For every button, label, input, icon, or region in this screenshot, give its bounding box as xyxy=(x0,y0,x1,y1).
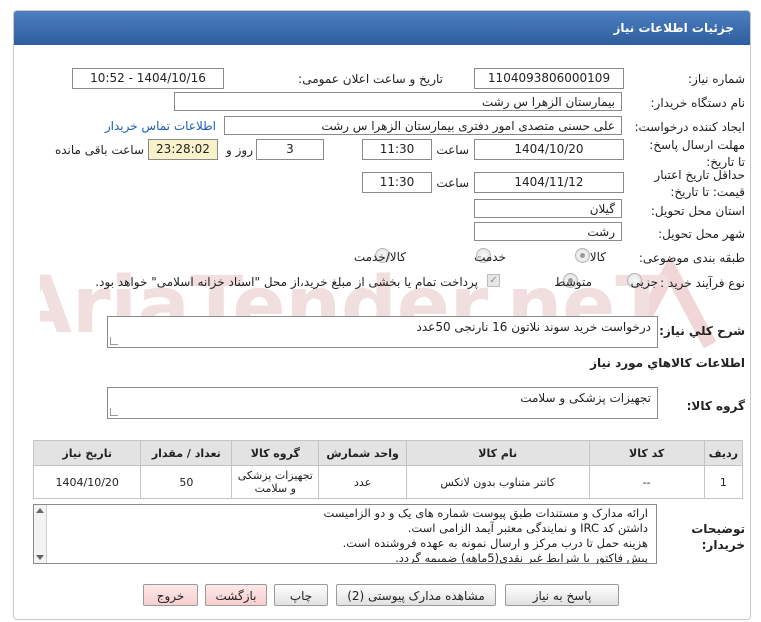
validity-label: حداقل تاریخ اعتبار قیمت: تا تاریخ: xyxy=(654,168,745,199)
col-row: ردیف xyxy=(703,440,744,466)
general-desc-field: درخواست خرید سوند نلاتون 16 نارنجی 50عدد xyxy=(107,316,658,348)
city-label: شهر محل تحویل: xyxy=(658,227,745,241)
category-label: طبقه بندی موضوعی: xyxy=(638,251,745,265)
attachments-button[interactable]: مشاهده مدارک پیوستی (2) xyxy=(336,584,496,606)
purchase-option-minor: جزیی xyxy=(630,275,658,289)
col-quantity: تعداد / مقدار xyxy=(140,440,233,466)
days-label: روز و xyxy=(226,143,253,157)
province-field: گیلان xyxy=(474,199,622,218)
reply-button[interactable]: پاسخ به نیاز xyxy=(505,584,619,606)
cell-group: تجهیزات پزشکی و سلامت xyxy=(231,465,320,499)
buyer-contact-link[interactable]: اطلاعات تماس خریدار xyxy=(105,119,216,133)
cell-unit: عدد xyxy=(318,465,407,499)
treasury-payment-note: پرداخت تمام یا بخشی از مبلغ خرید،از محل … xyxy=(95,275,478,289)
goods-table-header: ردیف کد کالا نام کالا واحد شمارش گروه کا… xyxy=(32,440,744,466)
remaining-time-field: 23:28:02 xyxy=(148,139,218,160)
creator-label: ایجاد کننده درخواست: xyxy=(634,120,745,134)
notes-scrollbar[interactable] xyxy=(34,505,47,563)
general-desc-text: درخواست خرید سوند نلاتون 16 نارنجی 50عدد xyxy=(416,320,652,334)
cell-code: -- xyxy=(588,465,705,499)
deadline-date-field: 1404/10/20 xyxy=(474,139,624,160)
purchase-option-medium: متوسط xyxy=(554,275,592,289)
back-button[interactable]: بازگشت xyxy=(205,584,267,606)
category-option-goods-service: کالا/خدمت xyxy=(353,250,406,264)
exit-button[interactable]: خروج xyxy=(143,584,198,606)
validity-time-label: ساعت xyxy=(436,176,469,190)
col-code: کد کالا xyxy=(588,440,705,466)
deadline-time-label: ساعت xyxy=(436,143,469,157)
city-field: رشت xyxy=(474,222,622,241)
creator-field: علی حسنی متصدی امور دفتری بیمارستان الزه… xyxy=(224,116,622,135)
table-row: 1 -- کاتتر متناوب بدون لاتکس عدد تجهیزات… xyxy=(32,465,744,499)
remaining-label: ساعت باقی مانده xyxy=(54,143,144,157)
resize-grip-icon[interactable] xyxy=(110,408,118,416)
purchase-type-label: نوع فرآیند خرید : xyxy=(660,276,745,290)
col-unit: واحد شمارش xyxy=(318,440,407,466)
panel-titlebar: جزئیات اطلاعات نیاز xyxy=(14,11,750,45)
cell-name: کاتتر متناوب بدون لاتکس xyxy=(405,465,590,499)
goods-table: ردیف کد کالا نام کالا واحد شمارش گروه کا… xyxy=(32,440,744,499)
notes-line: هزینه حمل تا درب مرکز و ارسال نمونه به ع… xyxy=(342,536,648,550)
need-number-field: 1104093806000109 xyxy=(474,68,624,89)
category-option-service: خدمت xyxy=(474,250,506,264)
cell-need-date: 1404/10/20 xyxy=(32,465,142,499)
buyer-notes-label: توضیحات خریدار: xyxy=(691,522,745,552)
col-name: نام کالا xyxy=(405,440,590,466)
notes-line: داشتن کد IRC و نمایندگی معتبر آیمد الزام… xyxy=(407,521,648,535)
cell-row: 1 xyxy=(703,465,744,499)
need-number-label: شماره نیاز: xyxy=(688,72,745,86)
category-radio-goods[interactable] xyxy=(575,248,590,263)
general-desc-label: شرح كلي نياز: xyxy=(659,324,745,338)
deadline-label: مهلت ارسال پاسخ: تا تاریخ: xyxy=(649,138,745,169)
resize-grip-icon[interactable] xyxy=(110,337,118,345)
province-label: استان محل تحویل: xyxy=(650,204,745,218)
scroll-up-icon[interactable] xyxy=(36,508,44,513)
notes-line: ارائه مدارک و مستندات طبق پیوست شماره ها… xyxy=(323,506,648,520)
goods-group-label: گروه كالا: xyxy=(686,399,745,413)
goods-info-heading: اطلاعات كالاهاي مورد نياز xyxy=(590,356,745,370)
goods-group-text: تجهیزات پزشکی و سلامت xyxy=(520,391,651,405)
col-need-date: تاریخ نیاز xyxy=(32,440,142,466)
buyer-notes-field: ارائه مدارک و مستندات طبق پیوست شماره ها… xyxy=(33,504,657,564)
announce-label: تاریخ و ساعت اعلان عمومی: xyxy=(298,72,443,86)
notes-line: پیش فاکتور با شرایط غیر نقدی(5ماهه) ضمیم… xyxy=(395,551,648,564)
days-remaining-field: 3 xyxy=(256,139,324,160)
goods-group-field: تجهیزات پزشکی و سلامت xyxy=(107,387,658,419)
buyer-org-label: نام دستگاه خریدار: xyxy=(650,96,746,110)
treasury-checkbox[interactable]: ✓ xyxy=(487,274,500,287)
print-button[interactable]: چاپ xyxy=(274,584,328,606)
announce-field: 1404/10/16 - 10:52 xyxy=(72,68,224,89)
deadline-time-field: 11:30 xyxy=(362,139,432,160)
buyer-org-field: بیمارستان الزهرا س رشت xyxy=(174,92,622,111)
cell-quantity: 50 xyxy=(140,465,233,499)
col-group: گروه کالا xyxy=(231,440,320,466)
category-option-goods: کالا xyxy=(589,250,606,264)
scroll-down-icon[interactable] xyxy=(36,555,44,560)
validity-time-field: 11:30 xyxy=(362,172,432,193)
panel-title: جزئیات اطلاعات نیاز xyxy=(613,21,734,35)
validity-date-field: 1404/11/12 xyxy=(474,172,624,193)
